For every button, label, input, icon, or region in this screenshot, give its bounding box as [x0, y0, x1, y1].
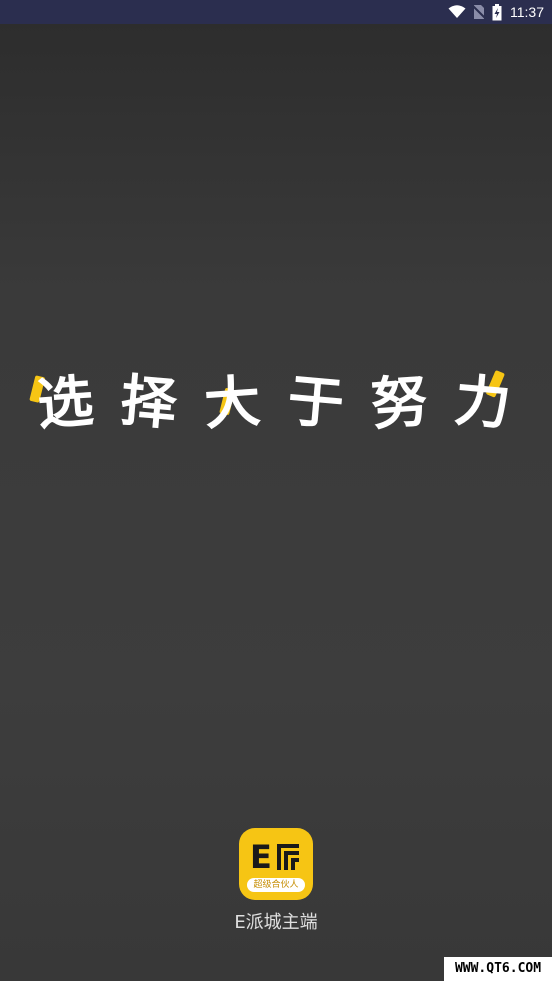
- logo-letter: E: [250, 838, 272, 874]
- app-branding: E 超级合伙人 E派城主端: [0, 828, 552, 934]
- slogan-char-text: 选: [35, 368, 100, 439]
- slogan-char-text: 于: [284, 368, 351, 439]
- no-sim-icon: [472, 4, 486, 20]
- app-name: E派城主端: [234, 912, 318, 933]
- slogan-char: 于: [284, 356, 351, 442]
- app-logo: E 超级合伙人: [239, 828, 313, 900]
- status-time: 11:37: [510, 4, 544, 20]
- slogan-char: 力: [451, 356, 518, 442]
- slogan-char: 选: [29, 356, 100, 441]
- slogan-char: 大: [201, 356, 267, 441]
- slogan-char-text: 择: [117, 368, 184, 439]
- status-bar: 11:37: [0, 0, 552, 24]
- slogan-char: 努: [368, 356, 434, 441]
- battery-charging-icon: [492, 3, 502, 21]
- brand-logo-icon: E: [250, 838, 299, 874]
- slogan-char: 择: [117, 356, 184, 442]
- app-tagline: 超级合伙人: [247, 878, 305, 892]
- slogan-char-text: 努: [369, 368, 434, 439]
- slogan-char-text: 大: [202, 368, 267, 439]
- splash-slogan: 选 择 大 于 努 力: [0, 358, 552, 439]
- watermark: WWW.QT6.COM: [444, 957, 552, 981]
- slogan-char-text: 力: [451, 368, 518, 439]
- wifi-icon: [448, 5, 466, 19]
